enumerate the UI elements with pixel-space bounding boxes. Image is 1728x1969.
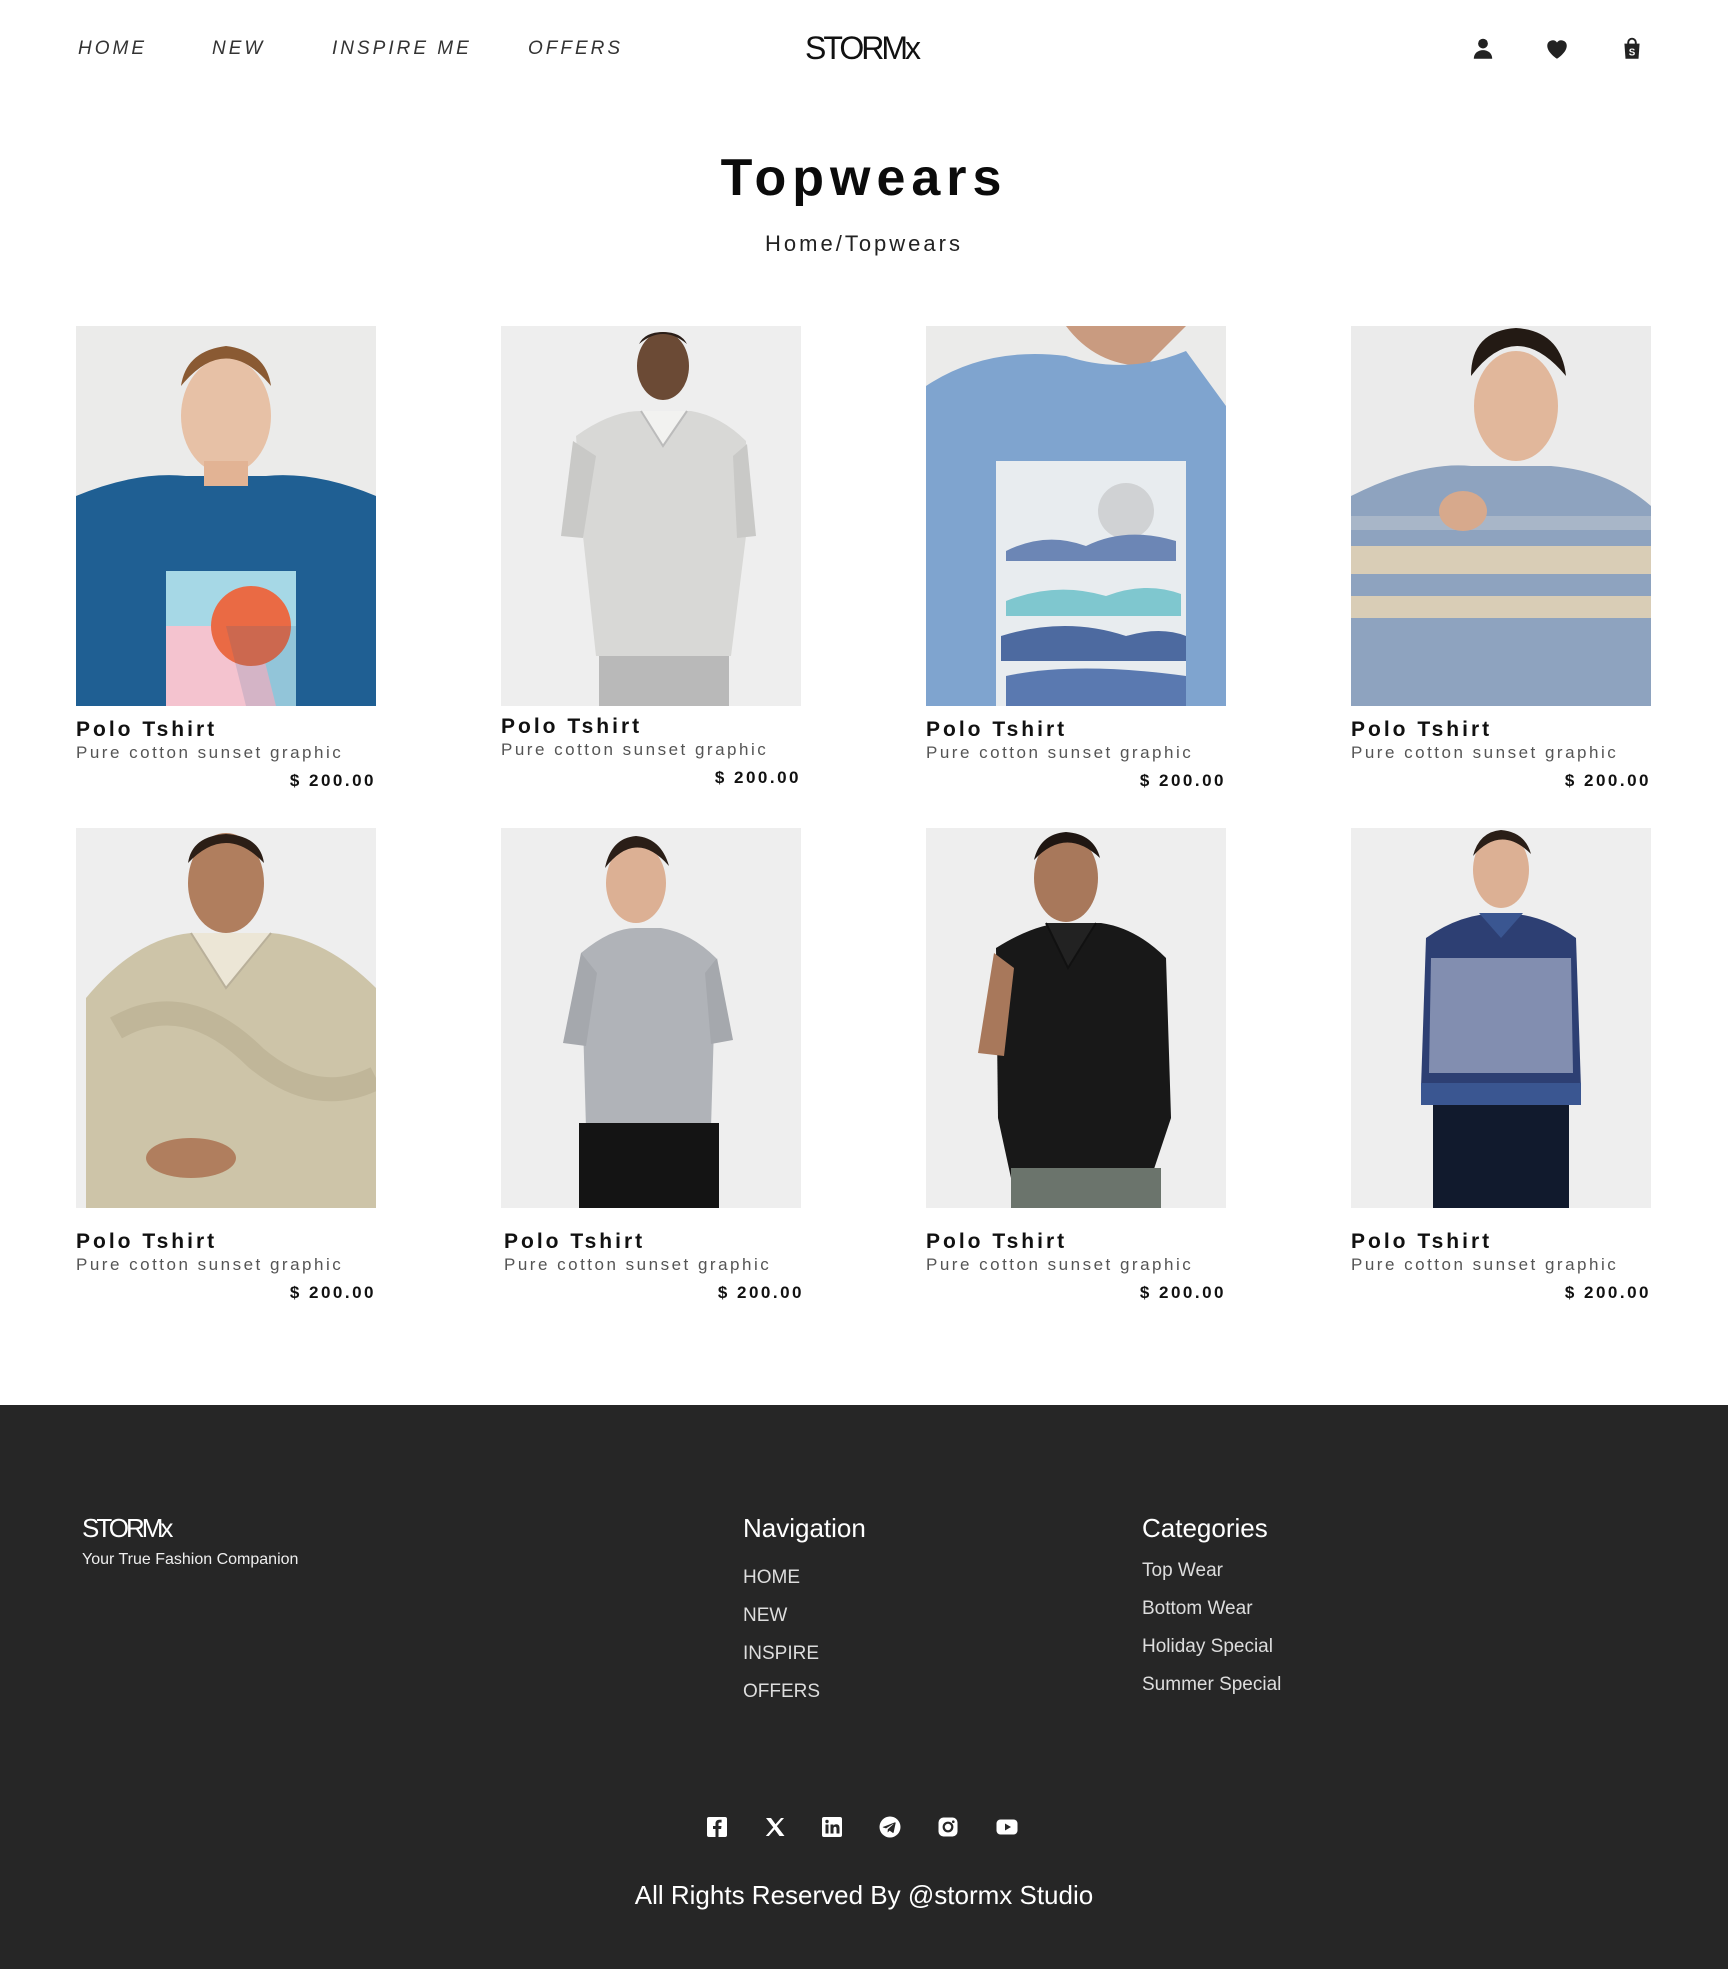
product-description: Pure cotton sunset graphic: [926, 1255, 1194, 1274]
footer-nav-new[interactable]: NEW: [743, 1605, 787, 1627]
product-name[interactable]: Polo Tshirt: [926, 718, 1226, 742]
telegram-icon[interactable]: [878, 1815, 902, 1839]
product-name[interactable]: Polo Tshirt: [1351, 1230, 1651, 1254]
product-card[interactable]: Polo Tshirt Pure cotton sunset graphic $…: [501, 828, 804, 1303]
page-title: Topwears: [720, 149, 1008, 207]
product-image[interactable]: [1351, 828, 1651, 1208]
product-price: $ 200.00: [1139, 1283, 1226, 1302]
facebook-icon[interactable]: [705, 1815, 729, 1839]
product-name[interactable]: Polo Tshirt: [501, 715, 801, 739]
svg-text:S: S: [1629, 48, 1636, 59]
product-image[interactable]: [501, 326, 801, 706]
shopping-bag-icon[interactable]: S: [1619, 36, 1645, 62]
footer-logo[interactable]: STORMx: [82, 1513, 173, 1544]
brand-logo[interactable]: STORMx: [805, 30, 921, 67]
product-card[interactable]: Polo Tshirt Pure cotton sunset graphic $…: [926, 828, 1226, 1303]
nav-new[interactable]: NEW: [212, 38, 265, 60]
product-price: $ 200.00: [1564, 1283, 1651, 1302]
nav-offers[interactable]: OFFERS: [528, 38, 623, 60]
product-description: Pure cotton sunset graphic: [1351, 1255, 1619, 1274]
footer-tagline: Your True Fashion Companion: [82, 1551, 299, 1568]
product-image[interactable]: [501, 828, 801, 1208]
product-card[interactable]: Polo Tshirt Pure cotton sunset graphic $…: [1351, 326, 1651, 791]
product-price: $ 200.00: [1139, 771, 1226, 790]
footer-nav-offers[interactable]: OFFERS: [743, 1681, 820, 1703]
breadcrumb[interactable]: Home/Topwears: [0, 231, 1728, 257]
product-name[interactable]: Polo Tshirt: [926, 1230, 1226, 1254]
footer-nav-home[interactable]: HOME: [743, 1567, 800, 1589]
product-price: $ 200.00: [717, 1283, 804, 1302]
footer-category-holiday-special[interactable]: Holiday Special: [1142, 1636, 1273, 1658]
product-description: Pure cotton sunset graphic: [76, 1255, 344, 1274]
product-name[interactable]: Polo Tshirt: [76, 718, 376, 742]
footer-navigation-heading: Navigation: [743, 1513, 866, 1543]
product-name[interactable]: Polo Tshirt: [1351, 718, 1651, 742]
product-description: Pure cotton sunset graphic: [926, 743, 1194, 762]
product-image[interactable]: [926, 326, 1226, 706]
product-image[interactable]: [76, 828, 376, 1208]
product-card[interactable]: Polo Tshirt Pure cotton sunset graphic $…: [76, 326, 376, 791]
heart-icon[interactable]: [1544, 36, 1570, 62]
user-icon[interactable]: [1470, 36, 1496, 62]
product-card[interactable]: Polo Tshirt Pure cotton sunset graphic $…: [501, 326, 801, 788]
footer-category-summer-special[interactable]: Summer Special: [1142, 1674, 1281, 1696]
footer-category-bottom-wear[interactable]: Bottom Wear: [1142, 1598, 1253, 1620]
linkedin-icon[interactable]: [820, 1815, 844, 1839]
product-description: Pure cotton sunset graphic: [76, 743, 344, 762]
site-footer: STORMx Your True Fashion Companion Navig…: [0, 1405, 1728, 1969]
instagram-icon[interactable]: [936, 1815, 960, 1839]
youtube-icon[interactable]: [995, 1815, 1019, 1839]
product-description: Pure cotton sunset graphic: [1351, 743, 1619, 762]
nav-home[interactable]: HOME: [78, 38, 147, 60]
product-price: $ 200.00: [289, 1283, 376, 1302]
site-header: HOME NEW INSPIRE ME OFFERS STORMx S: [0, 0, 1728, 100]
product-description: Pure cotton sunset graphic: [501, 740, 769, 759]
product-price: $ 200.00: [1564, 771, 1651, 790]
product-card[interactable]: Polo Tshirt Pure cotton sunset graphic $…: [76, 828, 376, 1303]
product-card[interactable]: Polo Tshirt Pure cotton sunset graphic $…: [926, 326, 1226, 791]
footer-category-top-wear[interactable]: Top Wear: [1142, 1560, 1223, 1582]
footer-nav-inspire[interactable]: INSPIRE: [743, 1643, 819, 1665]
product-image[interactable]: [1351, 326, 1651, 706]
product-card[interactable]: Polo Tshirt Pure cotton sunset graphic $…: [1351, 828, 1651, 1303]
product-image[interactable]: [76, 326, 376, 706]
product-name[interactable]: Polo Tshirt: [501, 1230, 801, 1254]
copyright-text: All Rights Reserved By @stormx Studio: [634, 1880, 1094, 1910]
nav-inspire-me[interactable]: INSPIRE ME: [332, 38, 472, 60]
product-name[interactable]: Polo Tshirt: [76, 1230, 376, 1254]
product-description: Pure cotton sunset graphic: [504, 1255, 772, 1274]
product-image[interactable]: [926, 828, 1226, 1208]
product-price: $ 200.00: [714, 768, 801, 787]
x-icon[interactable]: [763, 1815, 787, 1839]
footer-categories-heading: Categories: [1142, 1513, 1268, 1543]
product-price: $ 200.00: [289, 771, 376, 790]
